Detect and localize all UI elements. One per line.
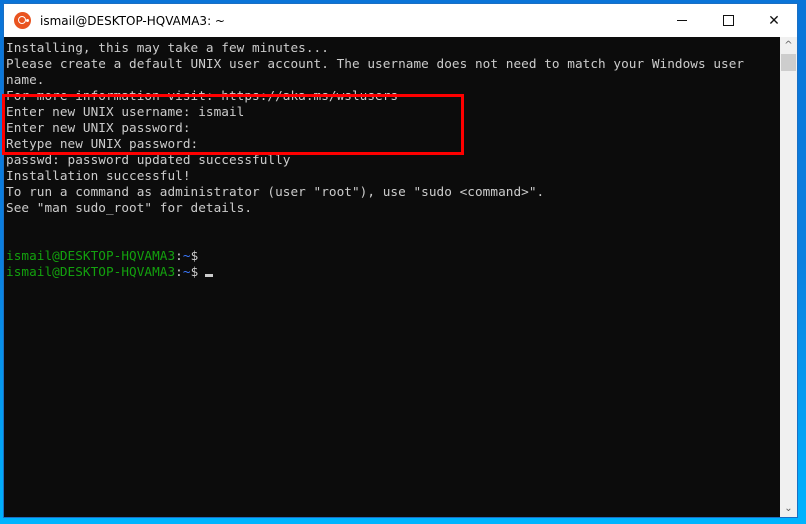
vertical-scrollbar[interactable]: ^ ⌄ <box>780 37 797 517</box>
terminal-window: ismail@DESKTOP-HQVAMA3: ~ ✕ Installing, … <box>3 3 798 518</box>
scroll-up-button[interactable]: ^ <box>780 37 797 54</box>
output-line: Installation successful! <box>6 168 191 183</box>
minimize-icon <box>677 20 687 21</box>
title-bar[interactable]: ismail@DESKTOP-HQVAMA3: ~ ✕ <box>4 4 797 37</box>
output-line: Please create a default UNIX user accoun… <box>6 56 745 71</box>
text-cursor <box>205 274 214 277</box>
prompt-path: ~ <box>182 248 191 263</box>
close-button[interactable]: ✕ <box>751 4 797 37</box>
scrollbar-thumb[interactable] <box>781 54 796 71</box>
prompt-line: ismail@DESKTOP-HQVAMA3:~$ <box>6 248 780 264</box>
output-line-username: Enter new UNIX username: ismail <box>6 104 245 119</box>
prompt-line-active[interactable]: ismail@DESKTOP-HQVAMA3:~$ <box>6 264 780 280</box>
output-line-password: Enter new UNIX password: <box>6 120 191 135</box>
close-icon: ✕ <box>768 12 780 29</box>
window-controls: ✕ <box>659 4 797 37</box>
prompt-separator: : <box>175 264 183 279</box>
output-line-retype-password: Retype new UNIX password: <box>6 136 199 151</box>
prompt-user-host: ismail@DESKTOP-HQVAMA3 <box>6 248 176 263</box>
terminal-output[interactable]: Installing, this may take a few minutes.… <box>4 37 780 517</box>
output-line: For more information visit: https://aka.… <box>6 88 399 103</box>
output-line: To run a command as administrator (user … <box>6 184 545 199</box>
prompt-separator: : <box>175 248 183 263</box>
minimize-button[interactable] <box>659 4 705 37</box>
window-title: ismail@DESKTOP-HQVAMA3: ~ <box>40 13 225 28</box>
prompt-user-host: ismail@DESKTOP-HQVAMA3 <box>6 264 176 279</box>
chevron-down-icon: ⌄ <box>784 503 793 514</box>
prompt-path: ~ <box>182 264 191 279</box>
output-line: passwd: password updated successfully <box>6 152 291 167</box>
prompt-symbol: $ <box>190 264 199 279</box>
ubuntu-icon[interactable] <box>14 12 31 29</box>
output-line: See "man sudo_root" for details. <box>6 200 253 215</box>
output-line: Installing, this may take a few minutes.… <box>6 40 329 55</box>
maximize-icon <box>722 15 734 26</box>
prompt-symbol: $ <box>190 248 199 263</box>
scroll-down-button[interactable]: ⌄ <box>780 500 797 517</box>
maximize-button[interactable] <box>705 4 751 37</box>
output-line: name. <box>6 72 45 87</box>
chevron-up-icon: ^ <box>784 40 793 51</box>
